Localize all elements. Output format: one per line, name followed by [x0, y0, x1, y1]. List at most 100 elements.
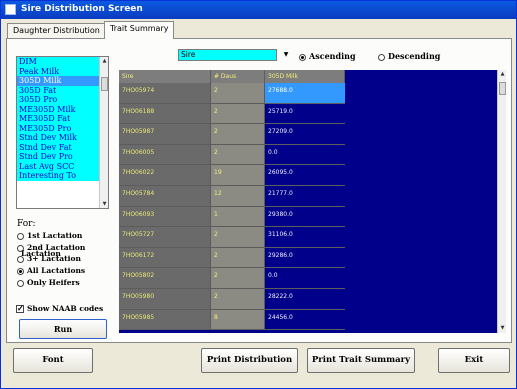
- overlapping-lactation-label: Lactation: [21, 249, 61, 258]
- print-trait-summary-button[interactable]: Print Trait Summary: [307, 348, 415, 373]
- value-cell[interactable]: 26095.0: [265, 165, 345, 186]
- trait-list-item[interactable]: 305D Milk: [17, 76, 100, 86]
- table-row[interactable]: 7HO06188 2 25719.0: [119, 103, 345, 125]
- exit-button[interactable]: Exit: [438, 348, 510, 373]
- daughters-cell[interactable]: 8: [211, 309, 265, 331]
- table-row[interactable]: 7HO06005 2 0.0: [119, 144, 345, 166]
- column-header-sire[interactable]: Sire: [119, 70, 211, 83]
- title-bar: Sire Distribution Screen: [1, 1, 516, 19]
- sire-cell[interactable]: 7HO05727: [119, 227, 211, 248]
- trait-list-item[interactable]: ME305D Pro: [17, 123, 100, 133]
- table-row[interactable]: 7HO05980 2 28222.0: [119, 288, 345, 310]
- sire-cell[interactable]: 7HO06022: [119, 165, 211, 186]
- daughters-cell[interactable]: 19: [211, 165, 265, 186]
- trait-list-item[interactable]: Stnd Dev Pro: [17, 152, 100, 162]
- table-row[interactable]: 7HO05987 2 27209.0: [119, 124, 345, 145]
- table-row[interactable]: 7HO05802 2 0.0: [119, 268, 345, 289]
- value-cell[interactable]: 0.0: [265, 144, 345, 166]
- daughters-cell[interactable]: 2: [211, 227, 265, 248]
- trait-list-item[interactable]: Stnd Dev Milk: [17, 133, 100, 143]
- radio-selected-icon: [299, 53, 306, 61]
- radio-all-lactations[interactable]: All Lactations: [17, 266, 85, 277]
- trait-list-scrollbar[interactable]: ▲ ▼: [99, 57, 108, 208]
- app-icon: [5, 4, 16, 15]
- value-cell[interactable]: 31106.0: [265, 227, 345, 248]
- table-row[interactable]: 7HO05784 12 21777.0: [119, 185, 345, 207]
- grid-scrollbar[interactable]: ▲ ▼: [497, 70, 506, 333]
- value-cell[interactable]: 29380.0: [265, 206, 345, 228]
- scroll-up-icon[interactable]: ▲: [100, 57, 108, 65]
- table-row[interactable]: 7HO05727 2 31106.0: [119, 227, 345, 248]
- show-naab-codes-checkbox[interactable]: Show NAAB codes: [16, 303, 103, 313]
- sire-cell[interactable]: 7HO05802: [119, 268, 211, 289]
- scroll-down-icon[interactable]: ▼: [498, 324, 507, 333]
- table-row[interactable]: 7HO06093 1 29380.0: [119, 206, 345, 228]
- radio-icon: [17, 279, 24, 287]
- scroll-up-icon[interactable]: ▲: [498, 70, 507, 79]
- daughters-cell[interactable]: 2: [211, 288, 265, 310]
- value-cell[interactable]: 29286.0: [265, 247, 345, 269]
- scroll-down-icon[interactable]: ▼: [100, 200, 108, 208]
- sire-cell[interactable]: 7HO05974: [119, 83, 211, 104]
- font-button[interactable]: Font: [13, 348, 93, 373]
- scroll-thumb[interactable]: [499, 82, 506, 95]
- trait-list-item[interactable]: ME305D Milk: [17, 104, 100, 114]
- for-label: For:: [17, 219, 36, 229]
- sire-cell[interactable]: 7HO05987: [119, 124, 211, 145]
- value-cell[interactable]: 25719.0: [265, 103, 345, 125]
- daughters-cell[interactable]: 2: [211, 83, 265, 104]
- trait-list-item[interactable]: ME305D Fat: [17, 114, 100, 124]
- daughters-cell[interactable]: 2: [211, 268, 265, 289]
- daughters-cell[interactable]: 2: [211, 144, 265, 166]
- grid-body: 7HO05974 2 27688.0 7HO06188 2 25719.0 7HO05987…: [119, 83, 345, 331]
- table-row[interactable]: 7HO05974 2 27688.0: [119, 83, 345, 104]
- table-row[interactable]: 7HO06022 19 26095.0: [119, 165, 345, 186]
- tab-daughter-distribution[interactable]: Daughter Distribution: [7, 23, 106, 39]
- sire-cell[interactable]: 7HO06093: [119, 206, 211, 228]
- trait-listbox[interactable]: DIM Peak Milk 305D Milk 305D Fat 305D Pro ME3…: [16, 56, 109, 209]
- window-title: Sire Distribution Screen: [21, 4, 143, 14]
- column-header-value[interactable]: 305D Milk: [265, 70, 345, 83]
- trait-list-item[interactable]: DIM: [17, 57, 100, 67]
- value-cell[interactable]: 27688.0: [265, 83, 345, 104]
- value-cell[interactable]: 28222.0: [265, 288, 345, 310]
- daughters-cell[interactable]: 12: [211, 185, 265, 207]
- daughters-cell[interactable]: 2: [211, 124, 265, 145]
- daughters-cell[interactable]: 2: [211, 103, 265, 125]
- trait-list-item[interactable]: Interesting To: [17, 171, 100, 181]
- trait-summary-grid[interactable]: Sire # Daus 305D Milk 7HO05974 2 27688.0 7H…: [119, 70, 497, 333]
- trait-list-item[interactable]: Stnd Dev Fat: [17, 142, 100, 152]
- sire-distribution-window: Sire Distribution Screen Daughter Distri…: [0, 0, 517, 389]
- value-cell[interactable]: 24456.0: [265, 309, 345, 331]
- table-row[interactable]: 7HO06172 2 29286.0: [119, 247, 345, 269]
- trait-list-item[interactable]: Last Avg SCC: [17, 161, 100, 171]
- table-row[interactable]: 7HO05985 8 24456.0: [119, 309, 345, 331]
- radio-1st-lactation[interactable]: 1st Lactation: [17, 231, 82, 242]
- radio-ascending[interactable]: Ascending: [299, 51, 356, 61]
- tab-trait-summary[interactable]: Trait Summary: [104, 21, 175, 39]
- scroll-thumb[interactable]: [101, 77, 108, 91]
- trait-list-item[interactable]: Peak Milk: [17, 66, 100, 76]
- sire-cell[interactable]: 7HO06005: [119, 144, 211, 166]
- radio-selected-icon: [17, 267, 24, 275]
- trait-list-item[interactable]: 305D Fat: [17, 85, 100, 95]
- column-header-daus[interactable]: # Daus: [211, 70, 265, 83]
- chevron-down-icon[interactable]: ▼: [281, 49, 291, 61]
- radio-only-heifers[interactable]: Only Heifers: [17, 278, 80, 289]
- sire-cell[interactable]: 7HO05980: [119, 288, 211, 310]
- trait-list-item[interactable]: 305D Pro: [17, 95, 100, 105]
- value-cell[interactable]: 27209.0: [265, 124, 345, 145]
- value-cell[interactable]: 21777.0: [265, 185, 345, 207]
- sire-cell[interactable]: 7HO05985: [119, 309, 211, 331]
- sire-cell[interactable]: 7HO06188: [119, 103, 211, 125]
- radio-icon: [378, 53, 385, 61]
- run-button[interactable]: Run: [19, 319, 107, 339]
- daughters-cell[interactable]: 1: [211, 206, 265, 228]
- sort-field-select[interactable]: Sire: [178, 49, 277, 61]
- daughters-cell[interactable]: 2: [211, 247, 265, 269]
- print-distribution-button[interactable]: Print Distribution: [201, 348, 298, 373]
- radio-descending[interactable]: Descending: [378, 51, 440, 61]
- sire-cell[interactable]: 7HO06172: [119, 247, 211, 269]
- value-cell[interactable]: 0.0: [265, 268, 345, 289]
- sire-cell[interactable]: 7HO05784: [119, 185, 211, 207]
